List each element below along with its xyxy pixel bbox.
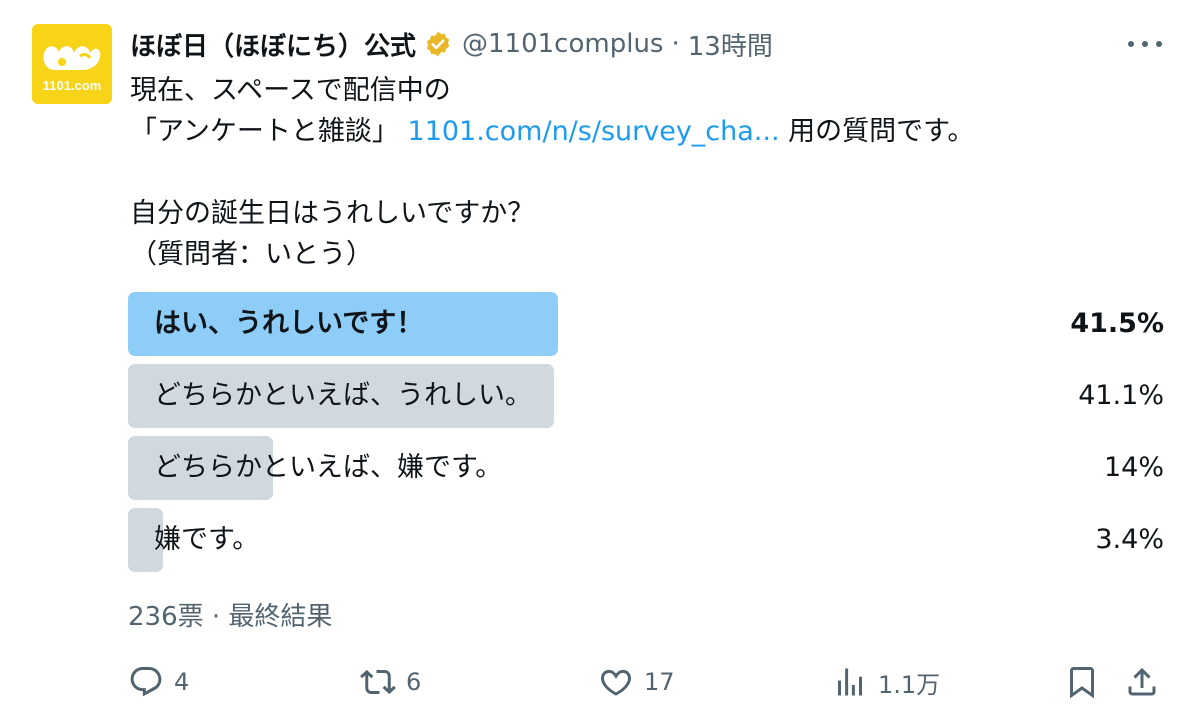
more-dot — [1156, 41, 1162, 47]
more-icon[interactable] — [1128, 32, 1162, 56]
like-button[interactable]: 17 — [598, 660, 675, 704]
poll: はい、うれしいです！ 41.5% どちらかといえば、うれしい。 41.1% どち… — [128, 292, 1164, 580]
reply-icon — [130, 667, 162, 697]
poll-option-label: どちらかといえば、嫌です。 — [154, 452, 503, 483]
separator-dot: · — [671, 29, 680, 59]
tweet-text-spacer — [130, 152, 1170, 193]
tweet-text-segment: 「アンケートと雑談」 — [130, 116, 408, 147]
survey-link[interactable]: 1101.com/n/s/survey_cha... — [408, 116, 780, 147]
timestamp[interactable]: 13時間 — [688, 26, 773, 63]
poll-meta: 236票 · 最終結果 — [128, 602, 333, 632]
display-name[interactable]: ほぼ日（ほぼにち）公式 — [130, 26, 416, 63]
poll-option: はい、うれしいです！ 41.5% — [128, 292, 1164, 356]
poll-option-percent: 41.1% — [1078, 380, 1164, 411]
retweet-button[interactable]: 6 — [360, 660, 421, 704]
user-handle[interactable]: @1101complus — [462, 29, 663, 59]
tweet-questioner: （質問者：いとう） — [130, 239, 373, 270]
reply-count: 4 — [174, 668, 190, 696]
poll-option-percent: 41.5% — [1070, 308, 1164, 339]
avatar[interactable]: 1101.com — [32, 24, 112, 104]
poll-option-label: 嫌です。 — [154, 524, 260, 555]
action-bar: 4 6 17 1.1万 — [128, 660, 1168, 704]
views-button[interactable]: 1.1万 — [832, 660, 940, 704]
retweet-icon — [360, 669, 396, 695]
tweet-text-line: 「アンケートと雑談」 1101.com/n/s/survey_cha... 用の… — [130, 111, 1170, 152]
avatar-logo-text: 1101.com — [42, 78, 102, 93]
share-button[interactable] — [1124, 660, 1160, 704]
tweet-text: 現在、スペースで配信中の 「アンケートと雑談」 1101.com/n/s/sur… — [130, 70, 1170, 275]
bookmark-button[interactable] — [1064, 660, 1100, 704]
poll-option: 嫌です。 3.4% — [128, 508, 1164, 572]
more-dot — [1128, 41, 1134, 47]
views-icon — [838, 668, 862, 696]
more-dot — [1142, 41, 1148, 47]
poll-option: どちらかといえば、嫌です。 14% — [128, 436, 1164, 500]
tweet-header: ほぼ日（ほぼにち）公式 @1101complus · 13時間 — [130, 24, 773, 64]
tweet-text-line: 現在、スペースで配信中の — [130, 75, 451, 106]
share-icon — [1128, 667, 1156, 696]
tweet-text-segment: 用の質問です。 — [779, 116, 975, 147]
views-count: 1.1万 — [878, 670, 941, 699]
poll-option-percent: 3.4% — [1095, 524, 1164, 555]
verified-badge-icon[interactable] — [424, 30, 452, 58]
retweet-count: 6 — [406, 668, 422, 696]
bookmark-icon — [1070, 667, 1094, 699]
reply-button[interactable]: 4 — [128, 660, 189, 704]
like-count: 17 — [644, 668, 675, 696]
tweet-question: 自分の誕生日はうれしいですか？ — [130, 198, 535, 229]
poll-option-percent: 14% — [1103, 452, 1164, 483]
poll-option: どちらかといえば、うれしい。 41.1% — [128, 364, 1164, 428]
poll-option-label: どちらかといえば、うれしい。 — [154, 380, 532, 411]
poll-option-label: はい、うれしいです！ — [154, 308, 424, 339]
heart-icon — [601, 669, 631, 696]
